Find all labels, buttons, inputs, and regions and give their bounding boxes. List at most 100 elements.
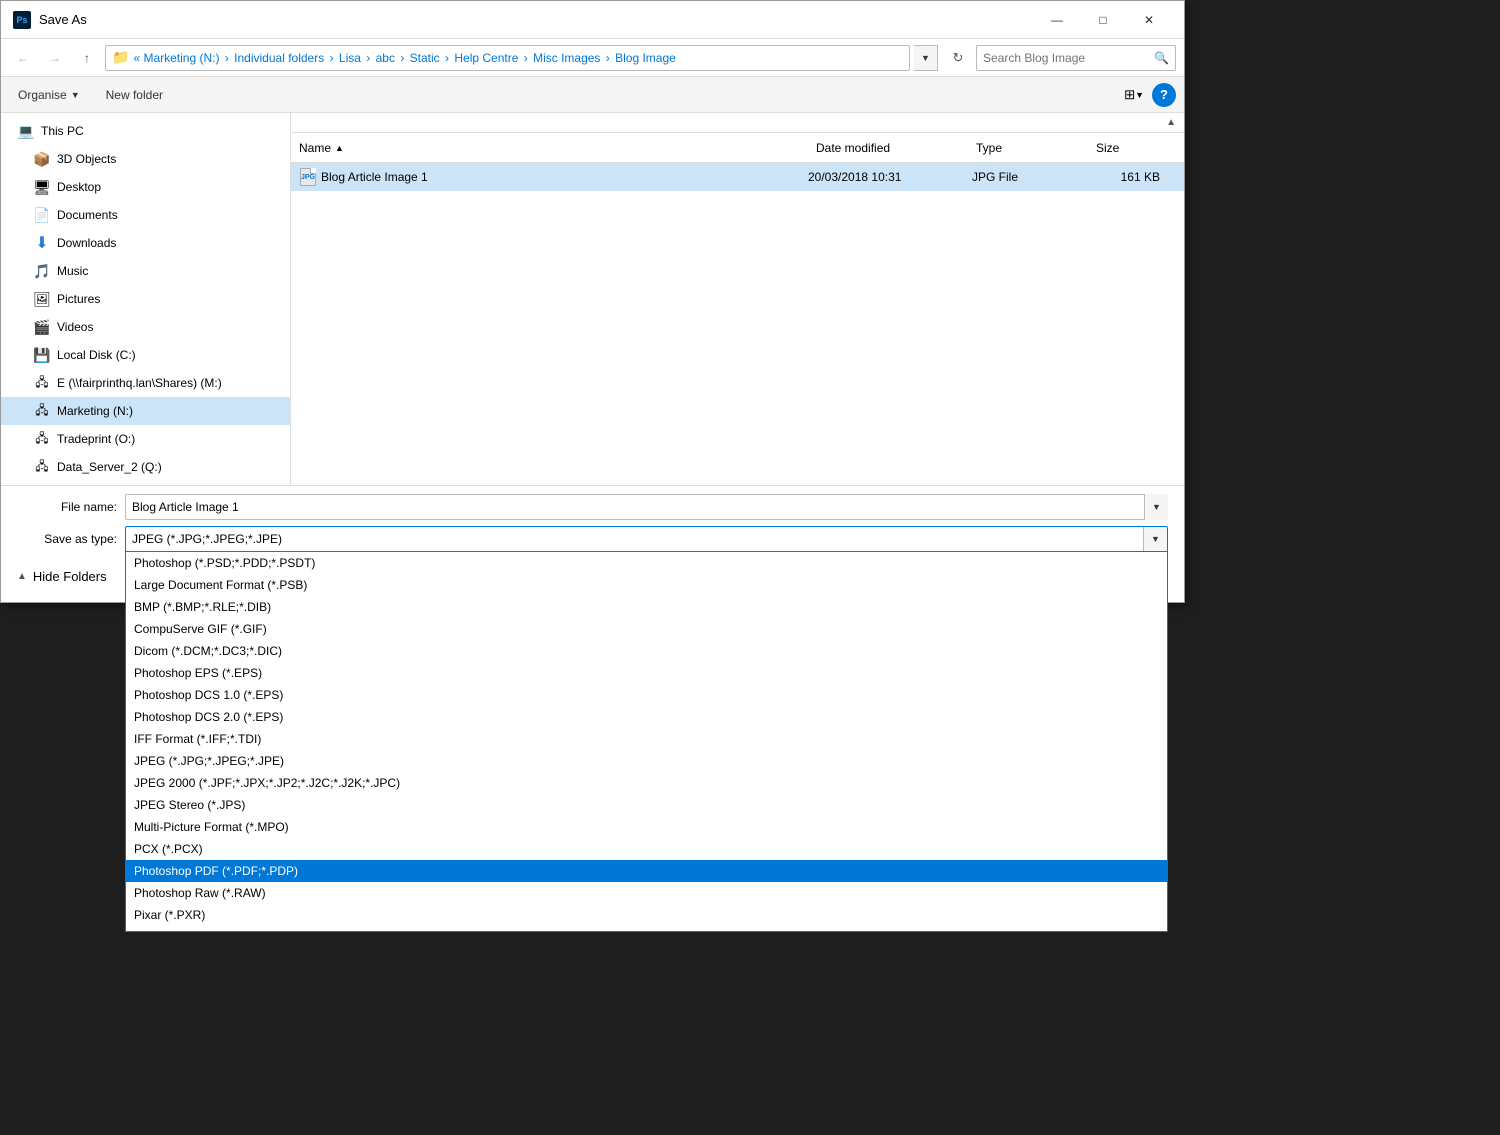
breadcrumb-segment[interactable]: Blog Image: [615, 51, 676, 65]
sidebar-item-pictures[interactable]: 🖼 Pictures: [1, 285, 290, 313]
file-name-input[interactable]: [125, 494, 1168, 520]
refresh-button[interactable]: ↻: [944, 45, 972, 71]
column-name-header[interactable]: Name ▲: [299, 141, 816, 155]
sidebar-item-marketing[interactable]: 🖧 Marketing (N:): [1, 397, 290, 425]
sidebar-item-videos[interactable]: 🎬 Videos: [1, 313, 290, 341]
dropdown-option[interactable]: CompuServe GIF (*.GIF): [126, 618, 1167, 640]
folder-icon: 📁: [112, 49, 129, 66]
breadcrumb-segment[interactable]: abc: [376, 51, 395, 65]
app-icon: Ps: [13, 11, 31, 29]
file-name: Blog Article Image 1: [321, 170, 804, 184]
breadcrumb-segment[interactable]: Static: [410, 51, 440, 65]
view-dropdown-icon: ▼: [1135, 90, 1144, 100]
sidebar-item-data-server[interactable]: 🖧 Data_Server_2 (Q:): [1, 453, 290, 481]
file-list-area: ▲ Name ▲ Date modified Type Size: [291, 113, 1184, 485]
up-button[interactable]: ↑: [73, 45, 101, 71]
new-folder-button[interactable]: New folder: [97, 84, 172, 106]
documents-icon: 📄: [33, 206, 51, 224]
dropdown-option[interactable]: Large Document Format (*.PSB): [126, 574, 1167, 596]
file-name-dropdown-arrow[interactable]: ▼: [1144, 494, 1168, 520]
sidebar-item-e-drive[interactable]: 🖧 E (\\fairprinthq.lan\Shares) (M:): [1, 369, 290, 397]
file-date: 20/03/2018 10:31: [808, 170, 968, 184]
content-area: 💻 This PC 📦 3D Objects 🖥 Desktop 📄 Docum…: [1, 113, 1184, 485]
dropdown-option[interactable]: JPEG (*.JPG;*.JPEG;*.JPE): [126, 750, 1167, 772]
dropdown-option[interactable]: PNG (*.PNG;*.PNS): [126, 926, 1167, 932]
forward-button[interactable]: →: [41, 45, 69, 71]
column-date-header[interactable]: Date modified: [816, 141, 976, 155]
save-type-selected[interactable]: JPEG (*.JPG;*.JPEG;*.JPE) ▼: [125, 526, 1168, 552]
back-button[interactable]: ←: [9, 45, 37, 71]
sidebar-label-desktop: Desktop: [57, 180, 101, 194]
sidebar-item-3d-objects[interactable]: 📦 3D Objects: [1, 145, 290, 173]
local-disk-icon: 💾: [33, 346, 51, 364]
organise-button[interactable]: Organise ▼: [9, 84, 89, 106]
toolbar: Organise ▼ New folder ⊞ ▼ ?: [1, 77, 1184, 113]
dropdown-option[interactable]: Photoshop DCS 1.0 (*.EPS): [126, 684, 1167, 706]
save-type-label: Save as type:: [17, 532, 117, 546]
column-size-header[interactable]: Size: [1096, 141, 1176, 155]
save-type-arrow[interactable]: ▼: [1143, 527, 1167, 551]
sidebar-label-downloads: Downloads: [57, 236, 116, 250]
dropdown-option[interactable]: Dicom (*.DCM;*.DC3;*.DIC): [126, 640, 1167, 662]
view-toggle-button[interactable]: ⊞ ▼: [1120, 82, 1148, 108]
dropdown-option[interactable]: Pixar (*.PXR): [126, 904, 1167, 926]
dropdown-option[interactable]: PCX (*.PCX): [126, 838, 1167, 860]
breadcrumb-segment[interactable]: Lisa: [339, 51, 361, 65]
dropdown-option[interactable]: BMP (*.BMP;*.RLE;*.DIB): [126, 596, 1167, 618]
breadcrumb-dropdown-button[interactable]: ▼: [914, 45, 938, 71]
maximize-button[interactable]: □: [1080, 5, 1126, 35]
sidebar-label-videos: Videos: [57, 320, 93, 334]
search-input[interactable]: [983, 51, 1150, 65]
organise-dropdown-icon: ▼: [71, 90, 80, 100]
file-size: 161 KB: [1096, 170, 1176, 184]
sidebar-item-music[interactable]: 🎵 Music: [1, 257, 290, 285]
dropdown-option[interactable]: Photoshop Raw (*.RAW): [126, 882, 1167, 904]
sidebar: 💻 This PC 📦 3D Objects 🖥 Desktop 📄 Docum…: [1, 113, 291, 485]
e-drive-icon: 🖧: [33, 374, 51, 392]
save-type-dropdown[interactable]: Photoshop (*.PSD;*.PDD;*.PSDT) Large Doc…: [125, 552, 1168, 932]
help-button[interactable]: ?: [1152, 83, 1176, 107]
sort-icon: ▲: [335, 143, 344, 153]
close-button[interactable]: ✕: [1126, 5, 1172, 35]
sidebar-label-music: Music: [57, 264, 88, 278]
sidebar-item-downloads[interactable]: ⬇ Downloads: [1, 229, 290, 257]
breadcrumb-segment[interactable]: « Marketing (N:): [133, 51, 219, 65]
dropdown-option-selected[interactable]: Photoshop PDF (*.PDF;*.PDP): [126, 860, 1167, 882]
sidebar-item-documents[interactable]: 📄 Documents: [1, 201, 290, 229]
sort-arrow-icon: ▲: [1166, 117, 1176, 128]
file-row[interactable]: JPG Blog Article Image 1 20/03/2018 10:3…: [291, 163, 1184, 191]
desktop-icon: 🖥: [33, 178, 51, 196]
tradeprint-icon: 🖧: [33, 430, 51, 448]
breadcrumb-segment[interactable]: Help Centre: [454, 51, 518, 65]
sidebar-item-this-pc[interactable]: 💻 This PC: [1, 117, 290, 145]
minimize-button[interactable]: —: [1034, 5, 1080, 35]
downloads-icon: ⬇: [33, 234, 51, 252]
search-box[interactable]: 🔍: [976, 45, 1176, 71]
sidebar-item-desktop[interactable]: 🖥 Desktop: [1, 173, 290, 201]
marketing-icon: 🖧: [33, 402, 51, 420]
save-type-value: JPEG (*.JPG;*.JPEG;*.JPE): [132, 532, 1143, 546]
hide-folders-row[interactable]: ▲ Hide Folders: [17, 565, 107, 588]
dropdown-option[interactable]: Multi-Picture Format (*.MPO): [126, 816, 1167, 838]
breadcrumb-path: « Marketing (N:) › Individual folders › …: [133, 51, 675, 65]
breadcrumb-bar[interactable]: 📁 « Marketing (N:) › Individual folders …: [105, 45, 910, 71]
sidebar-item-local-disk[interactable]: 💾 Local Disk (C:): [1, 341, 290, 369]
column-type-header[interactable]: Type: [976, 141, 1096, 155]
sidebar-item-tradeprint[interactable]: 🖧 Tradeprint (O:): [1, 425, 290, 453]
dropdown-option[interactable]: Photoshop DCS 2.0 (*.EPS): [126, 706, 1167, 728]
search-button[interactable]: 🔍: [1154, 51, 1169, 65]
sidebar-label-3d-objects: 3D Objects: [57, 152, 116, 166]
title-bar: Ps Save As — □ ✕: [1, 1, 1184, 39]
dropdown-option[interactable]: Photoshop EPS (*.EPS): [126, 662, 1167, 684]
dropdown-option[interactable]: IFF Format (*.IFF;*.TDI): [126, 728, 1167, 750]
dropdown-option[interactable]: JPEG 2000 (*.JPF;*.JPX;*.JP2;*.J2C;*.J2K…: [126, 772, 1167, 794]
breadcrumb-segment[interactable]: Individual folders: [234, 51, 324, 65]
dropdown-option[interactable]: JPEG Stereo (*.JPS): [126, 794, 1167, 816]
this-pc-icon: 💻: [17, 122, 35, 140]
dropdown-option[interactable]: Photoshop (*.PSD;*.PDD;*.PSDT): [126, 552, 1167, 574]
bottom-area: File name: ▼ Save as type: JPEG (*.JPG;*…: [1, 485, 1184, 602]
3d-objects-icon: 📦: [33, 150, 51, 168]
sidebar-label-documents: Documents: [57, 208, 118, 222]
breadcrumb-segment[interactable]: Misc Images: [533, 51, 600, 65]
sidebar-label-this-pc: This PC: [41, 124, 84, 138]
